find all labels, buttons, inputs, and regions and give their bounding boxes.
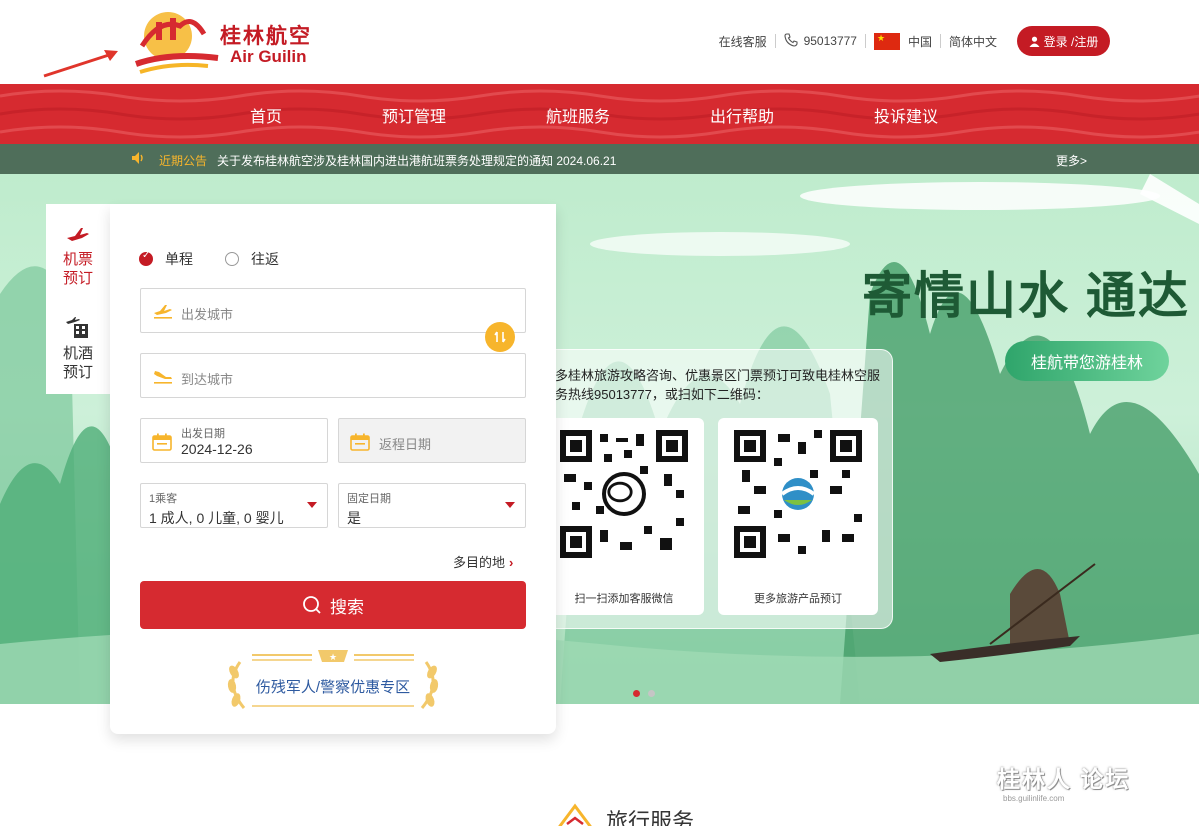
user-icon bbox=[1029, 36, 1040, 47]
travel-service-icon bbox=[558, 803, 592, 826]
promo-label: 伤残军人/警察优惠专区 bbox=[255, 679, 411, 696]
nav-complaints[interactable]: 投诉建议 bbox=[874, 103, 938, 127]
hero-title: 寄情山水 通达 bbox=[862, 268, 1190, 324]
chevron-right-icon: › bbox=[509, 555, 514, 570]
divider bbox=[774, 34, 776, 48]
qr-caption-wechat: 扫一扫添加客服微信 bbox=[574, 593, 674, 605]
depart-date-label: 出发日期 bbox=[181, 428, 225, 440]
nav-flight-service[interactable]: 航班服务 bbox=[546, 103, 610, 127]
search-icon bbox=[303, 596, 321, 614]
brand-logo[interactable]: 桂林航空 Air Guilin bbox=[130, 6, 320, 78]
online-service-link[interactable]: 在线客服 bbox=[719, 33, 767, 50]
tab-flight-hotel[interactable]: 机酒预订 bbox=[46, 316, 110, 382]
disabled-veteran-police-promo[interactable]: ★ 伤残军人/警察优惠专区 bbox=[222, 648, 444, 714]
china-flag-icon bbox=[873, 32, 900, 50]
airplane-icon bbox=[67, 228, 89, 241]
calendar-icon bbox=[152, 433, 172, 451]
carousel-dots bbox=[633, 690, 655, 697]
search-label: 搜索 bbox=[330, 597, 364, 617]
radio-round-trip[interactable] bbox=[225, 252, 239, 266]
swap-icon bbox=[494, 331, 506, 343]
divider bbox=[939, 34, 941, 48]
annotation-arrow bbox=[42, 46, 124, 80]
return-date-placeholder: 返程日期 bbox=[379, 437, 432, 452]
notice-message[interactable]: 关于发布桂林航空涉及桂林国内进出港航班票务处理规定的通知 2024.06.21 bbox=[217, 152, 616, 169]
region-select[interactable]: 中国 bbox=[908, 33, 932, 50]
logo-english: Air Guilin bbox=[230, 47, 307, 66]
tab-flight-hotel-label: 机酒预订 bbox=[62, 345, 93, 381]
hotline-number: 95013777 bbox=[803, 34, 857, 48]
fixed-date-select[interactable]: 固定日期 是 bbox=[338, 483, 526, 528]
chevron-down-icon bbox=[307, 502, 317, 508]
qr-description: 多桂林旅游攻略咨询、优惠景区门票预订可致电桂林空服务热线95013777，或扫如… bbox=[555, 368, 881, 402]
notice-label: 近期公告 bbox=[159, 154, 208, 168]
takeoff-icon bbox=[154, 305, 172, 319]
qr-wechat[interactable]: 扫一扫添加客服微信 bbox=[544, 418, 704, 615]
svg-text:★: ★ bbox=[329, 653, 337, 663]
fixed-date-value: 是 bbox=[347, 510, 361, 526]
qr-card: 多桂林旅游攻略咨询、优惠景区门票预订可致电桂林空服务热线95013777，或扫如… bbox=[530, 349, 893, 629]
notice-more-link[interactable]: 更多> bbox=[1056, 152, 1087, 169]
tab-flight-label: 机票预订 bbox=[62, 251, 93, 287]
multi-destination-link[interactable]: 多目的地 › bbox=[453, 552, 513, 571]
qr-caption-products: 更多旅游产品预订 bbox=[754, 593, 842, 605]
booking-panel: 单程 往返 出发城市 到达城市 出发日期 2024-12-26 返程日期 1乘客… bbox=[110, 204, 556, 734]
round-trip-label[interactable]: 往返 bbox=[251, 249, 279, 269]
depart-date-input[interactable]: 出发日期 2024-12-26 bbox=[140, 418, 328, 463]
notice-bar: 近期公告 关于发布桂林航空涉及桂林国内进出港航班票务处理规定的通知 2024.0… bbox=[0, 144, 1199, 174]
hotel-icon bbox=[66, 317, 88, 338]
nav-booking-manage[interactable]: 预订管理 bbox=[382, 103, 446, 127]
one-way-label[interactable]: 单程 bbox=[165, 249, 193, 269]
chevron-down-icon bbox=[505, 502, 515, 508]
departure-placeholder: 出发城市 bbox=[181, 307, 234, 322]
passengers-label: 1乘客 bbox=[149, 493, 178, 505]
site-header: 桂林航空 Air Guilin 在线客服 95013777 中国 简体中文 登录… bbox=[0, 0, 1199, 84]
multi-destination-label: 多目的地 bbox=[453, 555, 506, 570]
tab-flight-booking[interactable]: 机票预订 bbox=[46, 226, 110, 288]
departure-city-input[interactable]: 出发城市 bbox=[140, 288, 526, 333]
qr-products[interactable]: 更多旅游产品预订 bbox=[718, 418, 878, 615]
depart-date-value: 2024-12-26 bbox=[181, 441, 253, 457]
search-button[interactable]: 搜索 bbox=[140, 581, 526, 629]
trip-type-group: 单程 往返 bbox=[139, 249, 279, 269]
carousel-dot-2[interactable] bbox=[648, 690, 655, 697]
calendar-icon bbox=[350, 433, 370, 451]
top-links: 在线客服 95013777 中国 简体中文 登录 /注册 bbox=[719, 26, 1199, 56]
arrival-city-input[interactable]: 到达城市 bbox=[140, 353, 526, 398]
passengers-value: 1 成人, 0 儿童, 0 婴儿 bbox=[149, 510, 284, 526]
carousel-dot-1[interactable] bbox=[633, 690, 640, 697]
language-select[interactable]: 简体中文 bbox=[949, 33, 997, 50]
nav-home[interactable]: 首页 bbox=[250, 103, 282, 127]
main-nav: 首页 预订管理 航班服务 出行帮助 投诉建议 bbox=[0, 84, 1199, 144]
phone-icon bbox=[784, 32, 798, 50]
nav-travel-help[interactable]: 出行帮助 bbox=[710, 103, 774, 127]
booking-tabs: 机票预订 机酒预订 bbox=[46, 204, 110, 394]
passengers-select[interactable]: 1乘客 1 成人, 0 儿童, 0 婴儿 bbox=[140, 483, 328, 528]
hero-tag-button[interactable]: 桂航带您游桂林 bbox=[1005, 341, 1169, 381]
swap-cities-button[interactable] bbox=[485, 322, 515, 352]
forum-watermark: 桂林人 论坛 bbox=[997, 766, 1131, 792]
qr-code-wechat bbox=[556, 426, 692, 562]
landing-icon bbox=[154, 371, 172, 384]
logo-chinese: 桂林航空 bbox=[220, 25, 312, 48]
qr-code-products bbox=[730, 426, 866, 562]
forum-watermark-url: bbs.guilinlife.com bbox=[1003, 794, 1065, 803]
return-date-input[interactable]: 返程日期 bbox=[338, 418, 526, 463]
divider bbox=[864, 34, 866, 48]
section-title-travel-service: 旅行服务 bbox=[606, 809, 695, 826]
speaker-icon bbox=[131, 151, 147, 168]
radio-one-way[interactable] bbox=[139, 250, 153, 266]
login-button[interactable]: 登录 /注册 bbox=[1017, 26, 1110, 56]
fixed-date-label: 固定日期 bbox=[347, 493, 391, 505]
login-label: 登录 /注册 bbox=[1043, 34, 1099, 49]
arrival-placeholder: 到达城市 bbox=[181, 372, 234, 387]
